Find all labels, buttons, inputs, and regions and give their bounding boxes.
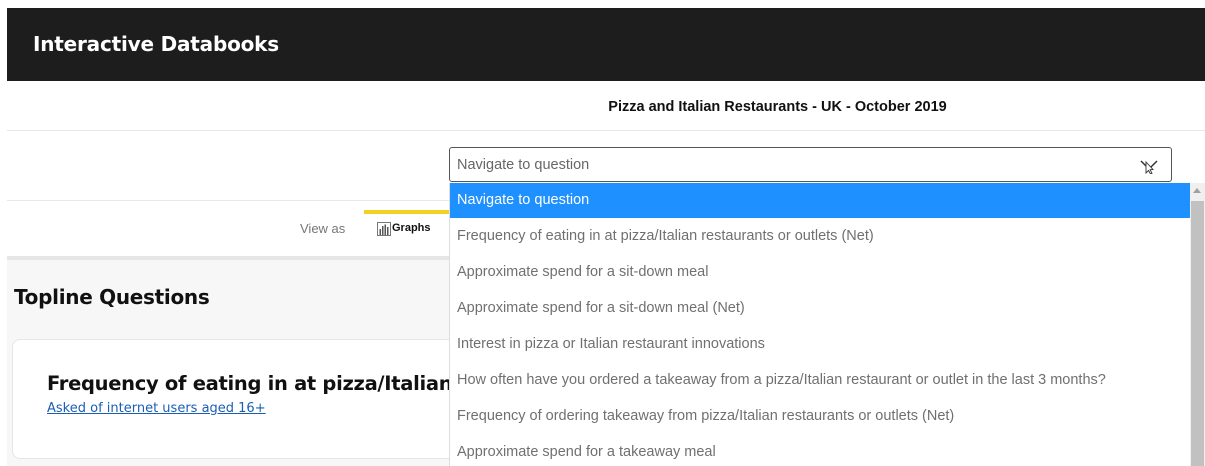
question-card[interactable]: Frequency of eating in at pizza/Italian … <box>12 339 462 459</box>
divider <box>7 200 450 201</box>
chevron-down-icon <box>1140 160 1158 174</box>
question-title: Frequency of eating in at pizza/Italian … <box>47 372 462 395</box>
app-title: Interactive Databooks <box>33 32 279 56</box>
question-dropdown-list[interactable]: Navigate to question Frequency of eating… <box>449 183 1191 466</box>
section-title: Topline Questions <box>14 285 210 309</box>
dropdown-scrollbar[interactable] <box>1190 183 1205 466</box>
select-value: Navigate to question <box>457 157 590 173</box>
dropdown-option[interactable]: How often have you ordered a takeaway fr… <box>450 363 1191 398</box>
navigate-to-question-select[interactable]: Navigate to question <box>449 147 1172 182</box>
divider <box>7 130 1205 131</box>
view-as-label: View as <box>300 221 346 236</box>
app-header: Interactive Databooks <box>7 8 1205 81</box>
dropdown-option[interactable]: Frequency of eating in at pizza/Italian … <box>450 219 1191 254</box>
active-tab-indicator <box>364 210 450 214</box>
report-title: Pizza and Italian Restaurants - UK - Oct… <box>608 99 947 115</box>
dropdown-option[interactable]: Approximate spend for a takeaway meal <box>450 435 1191 466</box>
dropdown-option[interactable]: Frequency of ordering takeaway from pizz… <box>450 399 1191 434</box>
question-base-link[interactable]: Asked of internet users aged 16+ <box>47 401 266 416</box>
dropdown-option[interactable]: Navigate to question <box>450 183 1191 218</box>
dropdown-option[interactable]: Interest in pizza or Italian restaurant … <box>450 327 1191 362</box>
dropdown-option[interactable]: Approximate spend for a sit-down meal (N… <box>450 291 1191 326</box>
tab-graphs-label: Graphs <box>392 222 431 234</box>
tab-graphs[interactable]: Graphs <box>364 210 450 250</box>
bar-chart-icon <box>377 222 391 236</box>
scrollbar-thumb[interactable] <box>1191 201 1204 466</box>
scroll-up-arrow-icon[interactable] <box>1193 188 1201 193</box>
dropdown-option[interactable]: Approximate spend for a sit-down meal <box>450 255 1191 290</box>
